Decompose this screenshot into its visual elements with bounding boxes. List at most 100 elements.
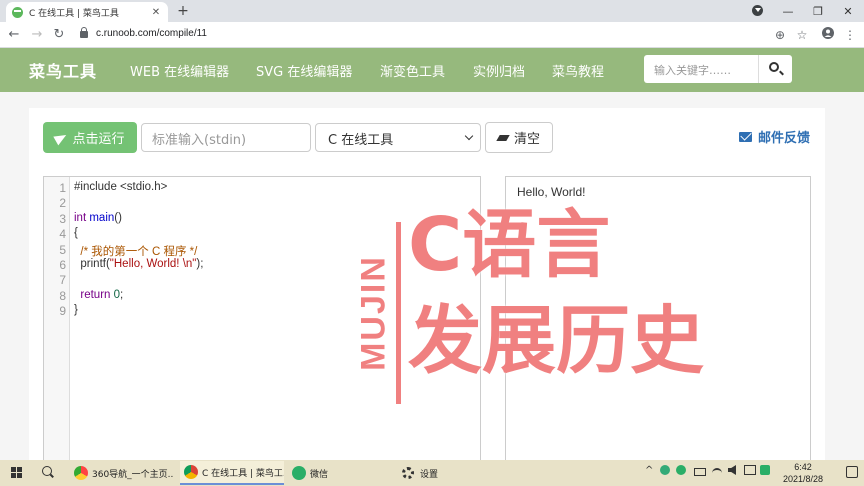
windows-start-icon[interactable] — [11, 467, 23, 479]
taskbar: 360导航_一个主页... C 在线工具 | 菜鸟工... 微信 设置 ^ 6:… — [0, 460, 864, 486]
chevron-down-icon — [464, 131, 474, 141]
overlay-vertical-brand: MUJIN — [355, 222, 393, 404]
printf-call: printf( — [74, 257, 110, 270]
paper-plane-icon — [53, 130, 70, 145]
email-feedback-link[interactable]: 邮件反馈 — [739, 127, 810, 146]
tab-close-icon[interactable]: ✕ — [150, 7, 162, 18]
360-browser-icon — [74, 466, 88, 480]
code-line-open-brace: { — [74, 227, 78, 240]
function-main: main — [86, 211, 115, 224]
nav-web-editor[interactable]: WEB 在线编辑器 — [130, 61, 229, 80]
battery-icon[interactable] — [694, 468, 706, 476]
wechat-icon — [292, 466, 306, 480]
stdin-input[interactable]: 标准输入(stdin) — [141, 123, 311, 152]
printf-close: ); — [196, 257, 204, 270]
browser-toolbar: ← → ↻ c.runoob.com/compile/11 ⊕ ☆ ⋮ — [0, 22, 864, 48]
code-line-close-brace: } — [74, 304, 78, 317]
taskbar-clock[interactable]: 6:42 2021/8/28 — [770, 461, 836, 485]
tray-app-icon[interactable] — [660, 465, 670, 475]
runoob-favicon-icon — [12, 6, 23, 18]
string-literal: "Hello, World! \n" — [109, 257, 197, 270]
chrome-icon — [184, 465, 198, 479]
input-method-icon[interactable] — [760, 465, 770, 475]
tab-strip: C 在线工具 | 菜鸟工具 ✕ + — ❐ ✕ — [0, 0, 864, 22]
keyboard-icon[interactable] — [744, 465, 756, 475]
nav-tutorial[interactable]: 菜鸟教程 — [552, 61, 604, 80]
code-line-include: #include <stdio.h> — [74, 181, 168, 193]
tab-title: C 在线工具 | 菜鸟工具 — [29, 8, 119, 19]
tray-expand-icon[interactable]: ^ — [645, 465, 653, 476]
semicolon: ; — [120, 288, 124, 301]
code-line-main: int main() — [74, 212, 203, 227]
browser-menu-icon[interactable]: ⋮ — [842, 26, 858, 44]
clear-button[interactable]: 清空 — [485, 122, 553, 153]
nav-gradient-tool[interactable]: 渐变色工具 — [380, 61, 445, 80]
line-number: 9 — [59, 304, 66, 319]
taskbar-item-chrome[interactable]: C 在线工具 | 菜鸟工... — [180, 461, 284, 485]
taskbar-search-icon[interactable] — [42, 466, 52, 476]
minimize-button[interactable]: — — [773, 0, 803, 22]
eraser-icon — [496, 134, 510, 141]
site-search-button[interactable] — [758, 55, 792, 83]
restore-button[interactable]: ❐ — [803, 0, 833, 22]
url-text: c.runoob.com/compile/11 — [96, 28, 207, 39]
code-line-return: return 0; — [74, 289, 203, 304]
back-button[interactable]: ← — [5, 26, 23, 44]
nav-svg-editor[interactable]: SVG 在线编辑器 — [256, 61, 352, 80]
nav-examples[interactable]: 实例归档 — [473, 61, 525, 80]
lock-icon — [80, 27, 88, 38]
taskbar-item-label: 微信 — [310, 469, 329, 480]
keyword-return: return — [74, 288, 111, 301]
code-line-comment: /* 我的第一个 C 程序 */ — [74, 245, 198, 258]
bookmark-star-icon[interactable]: ☆ — [794, 26, 810, 44]
address-bar[interactable]: c.runoob.com/compile/11 — [72, 25, 816, 45]
language-select[interactable]: C 在线工具 — [315, 123, 481, 152]
code-parens: () — [114, 211, 122, 224]
browser-tab[interactable]: C 在线工具 | 菜鸟工具 ✕ — [6, 2, 168, 22]
envelope-icon — [739, 131, 752, 142]
line-number: 5 — [59, 242, 66, 257]
overlay-title-line2: 发展历史 — [408, 298, 704, 384]
keyword-int: int — [74, 211, 87, 224]
zoom-icon[interactable]: ⊕ — [772, 26, 788, 44]
clock-date: 2021/8/28 — [782, 474, 824, 484]
run-button[interactable]: 点击运行 — [43, 122, 137, 153]
taskbar-item-360[interactable]: 360导航_一个主页... — [70, 461, 174, 485]
taskbar-item-label: 360导航_一个主页... — [92, 469, 174, 480]
tray-wechat-icon[interactable] — [676, 465, 686, 475]
return-value: 0 — [110, 288, 121, 301]
site-header: 菜鸟工具 WEB 在线编辑器 SVG 在线编辑器 渐变色工具 实例归档 菜鸟教程… — [0, 48, 864, 92]
clear-button-label: 清空 — [513, 132, 540, 147]
wifi-icon[interactable] — [712, 468, 722, 478]
tab-search-icon[interactable] — [752, 5, 763, 16]
new-tab-button[interactable]: + — [176, 2, 190, 20]
overlay-divider — [396, 222, 401, 404]
taskbar-item-label: 设置 — [420, 469, 439, 480]
overlay-title-line1: C语言 — [408, 202, 611, 288]
feedback-label: 邮件反馈 — [758, 131, 811, 146]
forward-button[interactable]: → — [28, 26, 46, 44]
clock-time: 6:42 — [794, 462, 812, 472]
language-select-value: C 在线工具 — [328, 133, 394, 148]
reload-button[interactable]: ↻ — [50, 26, 68, 44]
site-logo[interactable]: 菜鸟工具 — [29, 58, 97, 82]
overlay-brand-text: MUJIN — [354, 255, 393, 371]
code-line-printf: printf("Hello, World! \n"); — [74, 258, 203, 273]
search-icon — [769, 62, 779, 72]
profile-avatar-icon[interactable] — [820, 26, 836, 44]
notification-icon[interactable] — [846, 466, 858, 478]
line-number: 7 — [59, 273, 66, 288]
line-number: 2 — [59, 196, 66, 211]
line-number: 4 — [59, 227, 66, 242]
close-window-button[interactable]: ✕ — [833, 0, 863, 22]
site-search-input[interactable]: 输入关键字…… — [644, 55, 758, 83]
taskbar-item-settings[interactable]: 设置 — [398, 461, 502, 485]
line-number: 6 — [59, 257, 66, 272]
gear-icon — [402, 467, 414, 479]
taskbar-item-wechat[interactable]: 微信 — [288, 461, 392, 485]
volume-icon[interactable] — [728, 465, 736, 475]
line-number: 3 — [59, 211, 66, 226]
line-number: 8 — [59, 288, 66, 303]
